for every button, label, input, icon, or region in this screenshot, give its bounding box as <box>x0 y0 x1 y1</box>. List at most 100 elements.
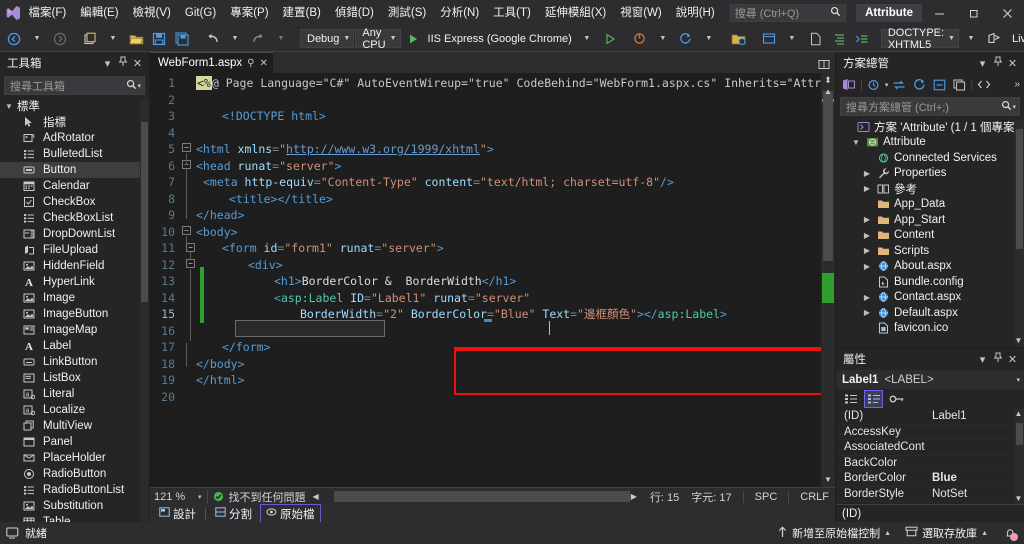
solution-search-input[interactable]: 搜尋方案總管 (Ctrl+;) ▾ <box>840 97 1020 116</box>
hot-reload-dropdown[interactable]: ▼ <box>652 28 674 50</box>
refresh-icon[interactable] <box>910 76 928 94</box>
save-all-button[interactable] <box>171 28 193 50</box>
comment-selection-button[interactable] <box>851 28 873 50</box>
toolbox-scrollbar[interactable] <box>140 98 149 522</box>
add-to-source-control[interactable]: 新增至原始檔控制 ▲ <box>777 525 891 541</box>
properties-events-button[interactable] <box>887 390 906 408</box>
solution-node-attribute[interactable]: ▼ Attribute <box>836 135 1024 151</box>
live-share-icon[interactable] <box>983 28 1005 50</box>
solution-explorer-home-icon[interactable] <box>840 76 858 94</box>
smart-tag-indicator[interactable] <box>484 319 492 322</box>
maximize-restore-button[interactable] <box>956 0 990 26</box>
toolbox-item-hiddenfield[interactable]: HiddenField <box>0 258 149 274</box>
expand-twisty-icon[interactable]: ▶ <box>862 169 872 178</box>
code-text[interactable]: <%@ Page Language="C#" AutoEventWireup="… <box>196 75 835 405</box>
line-ending-mode[interactable]: CRLF <box>794 491 835 503</box>
pin-icon[interactable] <box>990 352 1005 366</box>
menu-item-git[interactable]: Git(G) <box>178 2 223 24</box>
pending-changes-icon[interactable] <box>865 76 883 94</box>
zoom-dropdown-icon[interactable]: ▾ <box>198 493 202 501</box>
solution-name-chip[interactable]: Attribute <box>856 4 922 22</box>
menu-item-file[interactable]: 檔案(F) <box>22 2 74 24</box>
toolbox-item-multiview[interactable]: MultiView <box>0 418 149 434</box>
open-file-button[interactable] <box>125 28 147 50</box>
solution-node-appstart[interactable]: ▶ App_Start <box>836 212 1024 228</box>
expand-twisty-icon[interactable]: ▶ <box>862 308 872 317</box>
solution-configuration-dropdown[interactable]: Debug ▼ <box>300 29 355 48</box>
close-icon[interactable]: ✕ <box>130 57 145 70</box>
toolbar-overflow-icon[interactable]: » <box>1014 79 1024 90</box>
minimize-button[interactable] <box>922 0 956 26</box>
toolbox-item-table[interactable]: Table <box>0 514 149 522</box>
expand-twisty-icon[interactable]: ▶ <box>862 231 872 240</box>
start-debugging-button[interactable] <box>402 28 424 50</box>
xmlns-url[interactable]: http://www.w3.org/1999/xhtml <box>286 142 480 156</box>
properties-scrollbar[interactable] <box>1015 409 1024 504</box>
toolbox-item-指標[interactable]: 指標 <box>0 114 149 130</box>
scroll-left-arrow[interactable]: ◀ <box>313 492 319 501</box>
doctype-dropdown[interactable]: DOCTYPE: XHTML5 ▼ <box>880 27 959 51</box>
properties-grid[interactable]: (ID) Label1 AccessKey AssociatedCont BackCol… <box>836 409 1024 504</box>
view-code-icon[interactable] <box>975 76 993 94</box>
outlining-gutter[interactable]: − − − − − <box>180 75 196 405</box>
menu-item-extensions[interactable]: 延伸模組(X) <box>538 2 613 24</box>
toolbox-item-substitution[interactable]: Substitution <box>0 498 149 514</box>
solution-platform-dropdown[interactable]: Any CPU ▼ <box>355 27 401 51</box>
fold-marker-form[interactable]: − <box>186 242 195 252</box>
scroll-down-arrow[interactable]: ▼ <box>822 475 834 485</box>
solution-node-properties[interactable]: ▶ Properties <box>836 166 1024 182</box>
menu-item-analyze[interactable]: 分析(N) <box>433 2 486 24</box>
toolbox-item-image[interactable]: Image <box>0 290 149 306</box>
pin-icon[interactable] <box>115 56 130 70</box>
property-row[interactable]: BorderColor Blue <box>836 471 1024 487</box>
code-editor[interactable]: 1 2 3 4 5 6 7 8 9 10 11 12 13 14 15 16 17 18 19 20 − − − − … <box>150 73 835 487</box>
toolbox-item-literal[interactable]: a Literal <box>0 386 149 402</box>
toolbox-item-radiobutton[interactable]: RadioButton <box>0 466 149 482</box>
solution-node-scripts[interactable]: ▶ Scripts <box>836 243 1024 259</box>
chevron-down-icon[interactable]: ▾ <box>137 82 141 90</box>
navigate-forward-button[interactable] <box>49 28 71 50</box>
toolbox-item-listbox[interactable]: ListBox <box>0 370 149 386</box>
menu-item-help[interactable]: 說明(H) <box>669 2 722 24</box>
chevron-down-icon[interactable]: ▾ <box>1016 376 1020 384</box>
toolbox-item-radiobuttonlist[interactable]: RadioButtonList <box>0 482 149 498</box>
fold-marker-div[interactable]: − <box>186 259 195 268</box>
property-row[interactable]: BorderStyle NotSet <box>836 487 1024 502</box>
solution-tree-scrollbar[interactable] <box>1015 119 1024 347</box>
new-project-button[interactable] <box>79 28 101 50</box>
toolbox-item-placeholder[interactable]: PlaceHolder <box>0 450 149 466</box>
select-repository[interactable]: 選取存放庫 ▲ <box>905 525 988 541</box>
close-button[interactable] <box>990 0 1024 26</box>
editor-horizontal-scrollbar[interactable]: ◀ ▶ <box>311 490 638 503</box>
property-row[interactable]: BackColor <box>836 456 1024 471</box>
new-project-dropdown[interactable]: ▼ <box>102 28 124 50</box>
solution-node-contactaspx[interactable]: ▶ Contact.aspx <box>836 290 1024 306</box>
property-row[interactable]: AssociatedCont <box>836 440 1024 456</box>
menu-item-tools[interactable]: 工具(T) <box>486 2 538 24</box>
source-view-tab[interactable]: 原始檔 <box>260 503 321 524</box>
fold-marker-html[interactable]: − <box>182 143 191 152</box>
refresh-button[interactable] <box>675 28 697 50</box>
undo-dropdown[interactable]: ▼ <box>224 28 246 50</box>
view-in-browser-button[interactable] <box>758 28 780 50</box>
toolbox-item-hyperlink[interactable]: A HyperLink <box>0 274 149 290</box>
browse-with-button[interactable] <box>728 28 750 50</box>
toolbox-group-standard[interactable]: ▼ 標準 <box>0 98 149 114</box>
toolbox-item-imagebutton[interactable]: ImageButton <box>0 306 149 322</box>
toolbox-item-bulletedlist[interactable]: BulletedList <box>0 146 149 162</box>
chevron-down-icon[interactable]: ▾ <box>975 57 990 70</box>
property-row[interactable]: (ID) Label1 <box>836 409 1024 425</box>
format-document-button[interactable] <box>828 28 850 50</box>
solution-node-bundleconfig[interactable]: Bundle.config <box>836 274 1024 290</box>
toolbox-item-calendar[interactable]: Calendar <box>0 178 149 194</box>
expand-twisty-icon[interactable]: ▶ <box>862 215 872 224</box>
indentation-mode[interactable]: SPC <box>749 491 784 503</box>
undo-button[interactable] <box>201 28 223 50</box>
solution-node-defaultaspx[interactable]: ▶ Default.aspx <box>836 305 1024 321</box>
property-value[interactable]: Blue <box>928 472 1024 484</box>
toolbox-item-fileupload[interactable]: FileUpload <box>0 242 149 258</box>
chevron-down-icon[interactable]: ▾ <box>885 81 889 89</box>
alphabetical-view-button[interactable] <box>864 390 883 408</box>
zoom-level[interactable]: 121 % <box>150 491 198 503</box>
categorized-view-button[interactable] <box>841 390 860 408</box>
